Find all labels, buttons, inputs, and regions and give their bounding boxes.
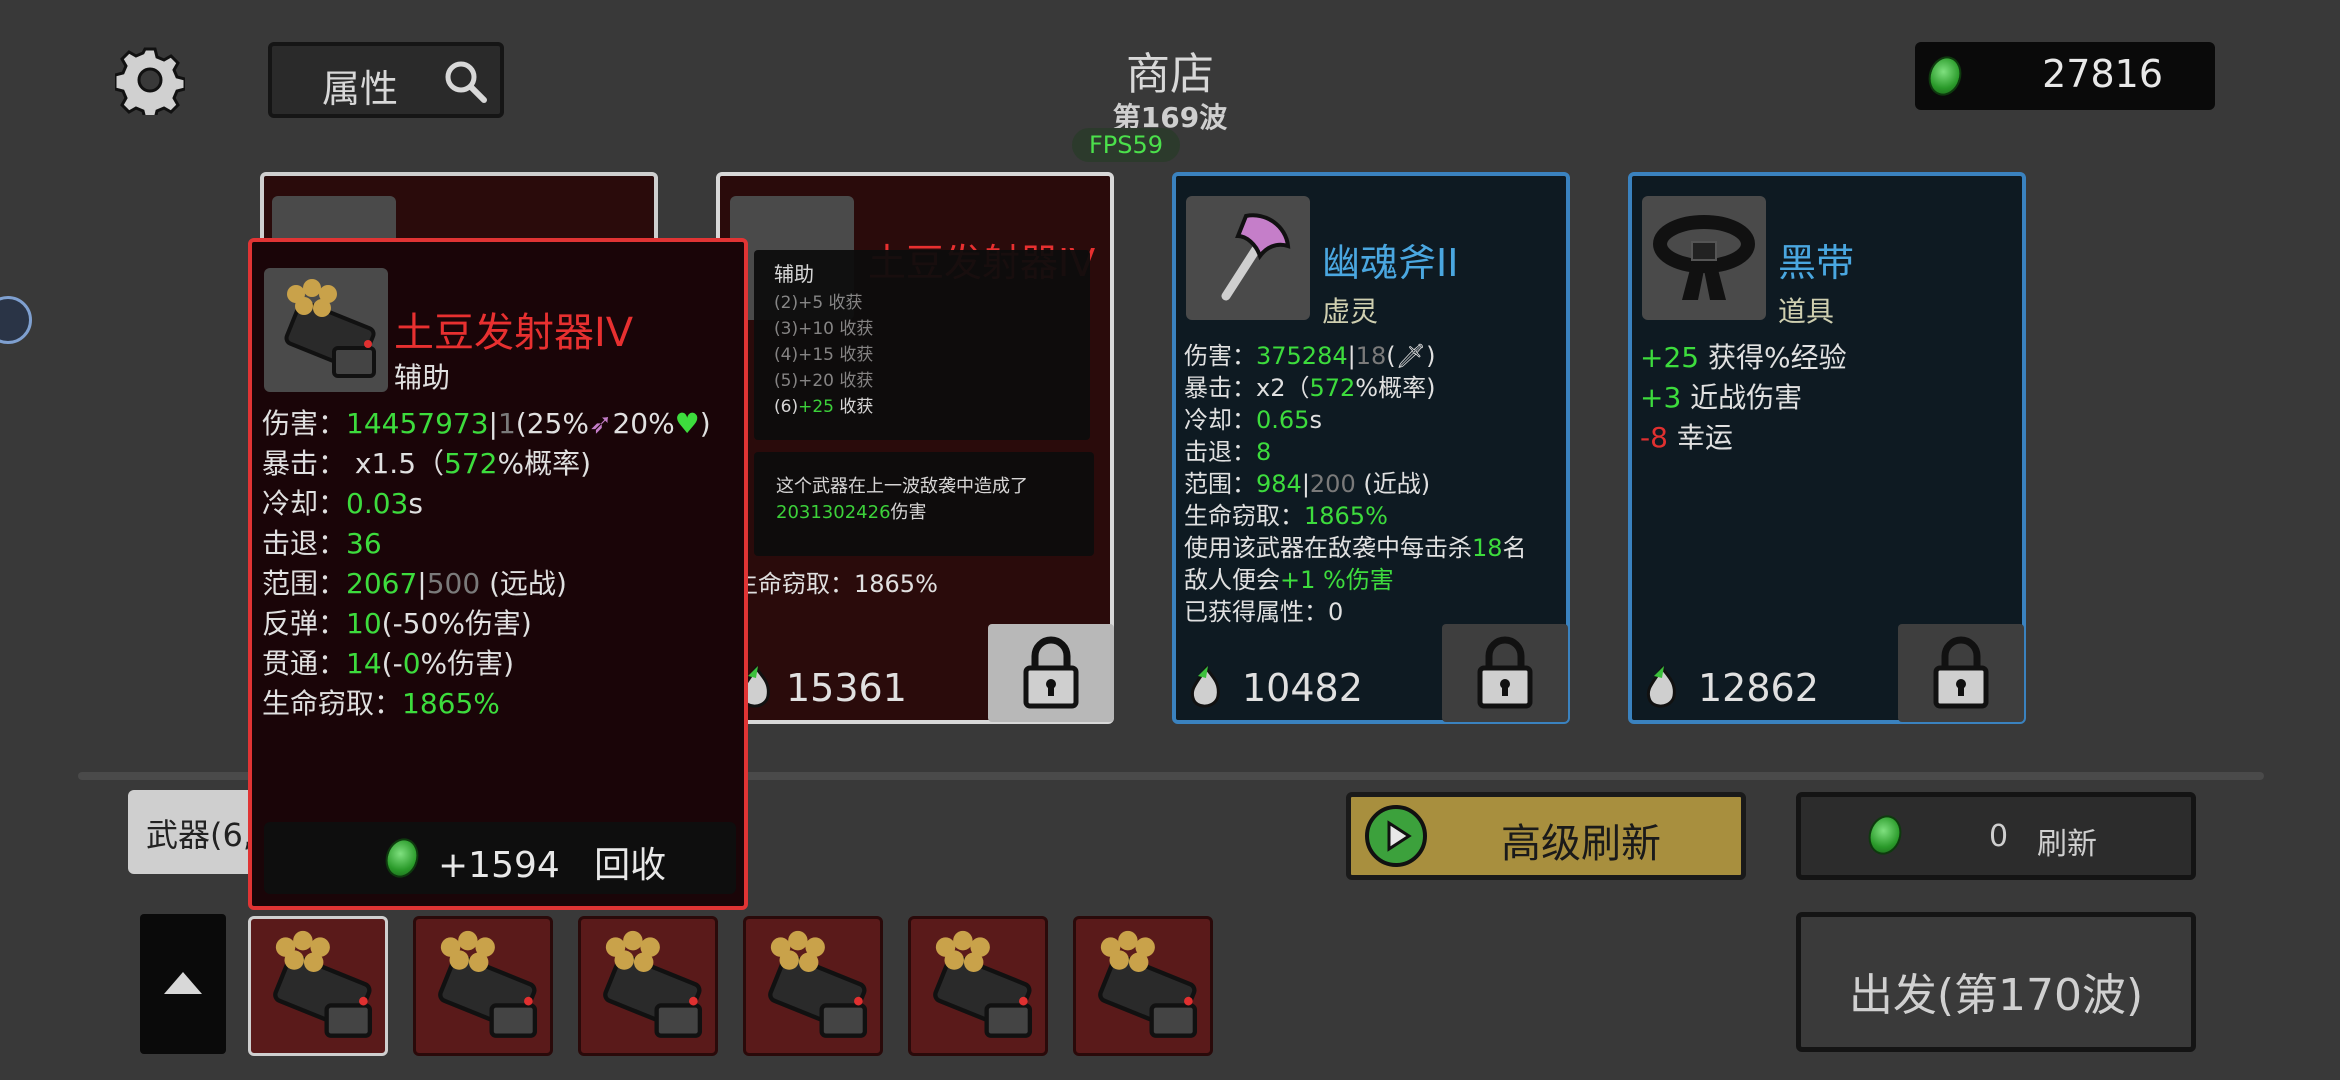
attributes-search-button[interactable]: 属性 <box>268 42 504 118</box>
crit-stat: 暴击： x1.5（572%概率) <box>262 447 592 480</box>
pierce-stat: 贯通：14(-0%伤害) <box>262 647 515 680</box>
lock-button[interactable] <box>1898 624 2024 722</box>
fps-counter: FPS59 <box>1072 128 1180 162</box>
recycle-text: +1594 回收 <box>438 845 667 886</box>
health-icon: ♥ <box>674 407 700 440</box>
start-next-wave-button[interactable]: 出发(第170波) <box>1796 912 2196 1052</box>
black-belt-thumbnail <box>1642 196 1766 320</box>
damage-stat: 伤害：14457973|1(25%➶20%♥) <box>262 407 711 440</box>
inventory-slot[interactable] <box>743 916 883 1056</box>
lifesteal-stat: 生命窃取：1865% <box>262 687 500 720</box>
synergy-row: (3)+10 收获 <box>774 319 874 339</box>
knockback-stat: 击退：36 <box>262 527 382 560</box>
cooldown-stat: 冷却：0.03s <box>262 487 423 520</box>
synergy-tooltip: 辅助 (2)+5 收获 (3)+10 收获 (4)+15 收获 (5)+20 收… <box>754 250 1090 440</box>
advanced-refresh-label: 高级刷新 <box>1501 821 1661 867</box>
item-type: 虚灵 <box>1322 295 1379 328</box>
play-ad-icon <box>1365 805 1427 867</box>
arrow-up-icon <box>164 972 202 994</box>
refresh-button[interactable]: 0 刷新 <box>1796 792 2196 880</box>
potato-launcher-icon <box>746 930 880 1057</box>
damage-dealt-text: 这个武器在上一波敌袭中造成了2031302426伤害 <box>776 476 1028 523</box>
attributes-label: 属性 <box>322 67 399 111</box>
lock-button[interactable] <box>988 624 1114 722</box>
item-stats: 伤害：375284|18(🗡) 暴击：x2（572%概率) 冷却：0.65s 击… <box>1184 342 1527 626</box>
item-name: 幽魂斧II <box>1322 241 1459 285</box>
item-name: 土豆发射器IV <box>394 310 634 356</box>
potato-launcher-icon <box>416 930 550 1057</box>
harvest-icon <box>1184 664 1228 714</box>
potato-launcher-thumbnail <box>264 268 388 392</box>
shop-card-3[interactable]: 幽魂斧II 虚灵 伤害：375284|18(🗡) 暴击：x2（572%概率) 冷… <box>1172 172 1570 724</box>
shop-title: 商店 <box>1126 49 1214 100</box>
money-value: 27816 <box>2042 52 2163 96</box>
bounce-stat: 反弹：10(-50%伤害) <box>262 607 532 640</box>
item-type: 道具 <box>1778 295 1835 328</box>
lock-button[interactable] <box>1442 624 1568 722</box>
weapons-tab[interactable]: 武器(6, <box>128 790 268 874</box>
inventory-slot[interactable] <box>578 916 718 1056</box>
potato-launcher-icon <box>911 930 1045 1057</box>
refresh-cost: 0 <box>1989 819 2009 854</box>
synergy-heading: 辅助 <box>774 262 814 286</box>
damage-dealt-tooltip: 这个武器在上一波敌袭中造成了2031302426伤害 <box>754 452 1094 556</box>
item-price: 10482 <box>1242 666 1363 710</box>
inventory-slot[interactable] <box>248 916 388 1056</box>
synergy-row: (4)+15 收获 <box>774 345 874 365</box>
recycle-button[interactable]: +1594 回收 <box>264 822 736 894</box>
settings-gear-icon[interactable] <box>113 45 187 121</box>
shop-card-4[interactable]: 黑带 道具 +25 获得%经验 +3 近战伤害 -8 幸运 12862 <box>1628 172 2026 724</box>
synergy-row: (5)+20 收获 <box>774 371 874 391</box>
lifesteal-stat: 生命窃取：1865% <box>734 570 938 598</box>
search-icon <box>442 58 488 104</box>
weapons-tab-label: 武器(6, <box>146 816 254 854</box>
synergy-row-active: (6)+25 收获 <box>774 397 874 417</box>
item-name: 黑带 <box>1778 241 1855 285</box>
side-indicator[interactable] <box>0 296 32 344</box>
potato-launcher-icon <box>1076 930 1210 1057</box>
coin-icon <box>1863 811 1907 859</box>
range-stat: 范围：2067|500 (远战) <box>262 567 567 600</box>
inventory-slot[interactable] <box>1073 916 1213 1056</box>
item-price: 15361 <box>786 666 907 710</box>
money-display: 27816 <box>1915 42 2215 110</box>
item-effects: +25 获得%经验 +3 近战伤害 -8 幸运 <box>1640 341 1847 454</box>
potato-launcher-icon <box>251 930 385 1057</box>
inventory-slot[interactable] <box>908 916 1048 1056</box>
coin-icon <box>1923 52 1967 100</box>
item-price: 12862 <box>1698 666 1819 710</box>
harvest-icon <box>1640 664 1684 714</box>
inventory-slot[interactable] <box>413 916 553 1056</box>
ghost-axe-thumbnail <box>1186 196 1310 320</box>
start-next-wave-label: 出发(第170波) <box>1848 970 2144 1021</box>
item-type: 辅助 <box>394 361 451 394</box>
coin-icon <box>380 834 424 882</box>
refresh-label: 刷新 <box>2037 827 2097 862</box>
scroll-up-button[interactable] <box>140 914 226 1054</box>
potato-launcher-icon <box>581 930 715 1057</box>
item-detail-panel: 土豆发射器IV 辅助 伤害：14457973|1(25%➶20%♥) 暴击： x… <box>248 238 748 910</box>
ranged-damage-icon: ➶ <box>588 407 613 440</box>
advanced-refresh-button[interactable]: 高级刷新 <box>1346 792 1746 880</box>
synergy-row: (2)+5 收获 <box>774 293 863 313</box>
